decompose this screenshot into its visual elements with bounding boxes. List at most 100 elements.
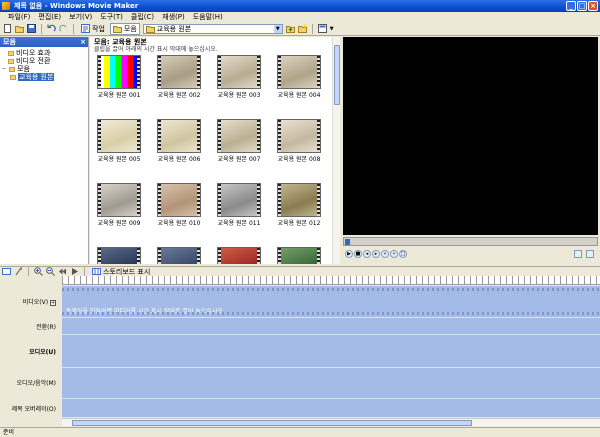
collections-button[interactable]: 모음 xyxy=(109,22,140,35)
preview-screen xyxy=(343,37,598,235)
views-chevron-down-icon[interactable]: ▼ xyxy=(330,26,334,32)
preview-seek-bar[interactable] xyxy=(343,237,598,246)
clip-thumbnail[interactable] xyxy=(214,247,264,264)
expand-icon[interactable]: + xyxy=(50,299,56,306)
zoom-out-icon[interactable] xyxy=(46,267,55,276)
clip-image xyxy=(97,247,141,264)
seek-knob[interactable] xyxy=(345,239,350,245)
tree-item-label: 교육용 원본 xyxy=(18,73,55,81)
clip-thumbnail[interactable]: 교육용 원본 008 xyxy=(274,119,324,179)
contents-title: 모음: 교육용 원본 xyxy=(94,38,147,46)
fullscreen-icon[interactable]: □ xyxy=(399,250,407,258)
menu-tools[interactable]: 도구(T) xyxy=(100,12,123,22)
clip-thumbnail[interactable]: 교육용 원본 001 xyxy=(94,55,144,115)
clip-thumbnail[interactable]: 교육용 원본 009 xyxy=(94,183,144,243)
scrollbar-thumb[interactable] xyxy=(334,45,340,105)
track-label-video[interactable]: 비디오(V) + xyxy=(0,297,62,306)
collection-dropdown[interactable]: 교육용 원본 ▼ xyxy=(142,23,283,34)
save-project-icon[interactable] xyxy=(27,24,36,33)
clip-thumbnail[interactable]: 교육용 원본 005 xyxy=(94,119,144,179)
next-frame-icon[interactable]: ▸ xyxy=(372,250,380,258)
clip-image xyxy=(217,183,261,217)
undo-icon[interactable] xyxy=(47,24,56,33)
clip-thumbnail[interactable] xyxy=(274,247,324,264)
toolbar-separator xyxy=(311,23,313,34)
close-pane-icon[interactable]: × xyxy=(80,37,86,47)
new-collection-folder-icon[interactable] xyxy=(297,24,307,33)
contents-scrollbar[interactable] xyxy=(332,37,340,264)
clip-thumbnail[interactable]: 교육용 원본 003 xyxy=(214,55,264,115)
minimize-button[interactable]: _ xyxy=(566,1,576,11)
menu-play[interactable]: 재생(P) xyxy=(162,12,185,22)
menu-help[interactable]: 도움말(H) xyxy=(193,12,223,22)
forward-icon[interactable]: » xyxy=(390,250,398,258)
clip-caption: 교육용 원본 003 xyxy=(217,92,261,99)
audio-track[interactable] xyxy=(62,335,600,368)
clip-thumbnail[interactable]: 교육용 원본 006 xyxy=(154,119,204,179)
views-icon[interactable] xyxy=(317,24,327,33)
tree-item-label: 모음 xyxy=(17,65,30,73)
transition-track[interactable] xyxy=(62,318,600,335)
clip-caption: 교육용 원본 008 xyxy=(277,156,321,163)
contents-pane: 모음: 교육용 원본 클립을 끌어 아래의 시간 표시 막대에 놓으십시오. 교… xyxy=(90,37,340,264)
clip-thumbnail[interactable]: 교육용 원본 004 xyxy=(274,55,324,115)
up-level-icon[interactable] xyxy=(285,24,295,33)
snapshot-icon[interactable] xyxy=(586,250,594,258)
menu-clip[interactable]: 클립(C) xyxy=(131,12,154,22)
clip-image xyxy=(157,119,201,153)
collections-folder-icon xyxy=(112,26,122,33)
title-overlay-track[interactable] xyxy=(62,399,600,418)
play-timeline-icon[interactable] xyxy=(70,267,79,276)
maximize-button[interactable]: □ xyxy=(577,1,587,11)
tree-item-video-transitions[interactable]: 비디오 전환 xyxy=(0,57,88,65)
clip-thumbnail[interactable]: 교육용 원본 002 xyxy=(154,55,204,115)
zoom-in-icon[interactable] xyxy=(34,267,43,276)
menu-view[interactable]: 보기(V) xyxy=(69,12,92,22)
clip-thumbnail[interactable]: 교육용 원본 011 xyxy=(214,183,264,243)
rewind-timeline-icon[interactable] xyxy=(58,267,67,276)
tree-item-video-effects[interactable]: 비디오 효과 xyxy=(0,49,88,57)
clip-caption: 교육용 원본 006 xyxy=(157,156,201,163)
clip-thumbnail[interactable]: 교육용 원본 012 xyxy=(274,183,324,243)
menu-file[interactable]: 파일(F) xyxy=(8,12,30,22)
clip-image xyxy=(157,247,201,264)
clip-thumbnail[interactable] xyxy=(154,247,204,264)
tree-item-collections[interactable]: − 모음 xyxy=(0,65,88,73)
timeline-scrollbar[interactable] xyxy=(62,418,600,426)
open-project-icon[interactable] xyxy=(15,24,24,33)
split-clip-icon[interactable] xyxy=(574,250,582,258)
collection-selected-value: 교육용 원본 xyxy=(156,24,192,33)
menu-bar: 파일(F) 편집(E) 보기(V) 도구(T) 클립(C) 재생(P) 도움말(… xyxy=(0,12,600,22)
collections-label: 모음 xyxy=(123,24,137,33)
track-label-audio: 오디오(U) xyxy=(29,349,56,356)
close-button[interactable]: × xyxy=(588,1,598,11)
tasks-button[interactable]: 작업 xyxy=(79,23,107,35)
new-project-icon[interactable] xyxy=(3,24,12,33)
previous-frame-icon[interactable]: ◂ xyxy=(363,250,371,258)
audio-music-track[interactable] xyxy=(62,368,600,399)
narrate-icon[interactable] xyxy=(14,267,23,276)
track-label-title-overlay: 제목 오버레이(O) xyxy=(11,406,56,413)
menu-edit[interactable]: 편집(E) xyxy=(38,12,61,22)
clip-image xyxy=(277,183,321,217)
storyboard-icon xyxy=(92,268,101,275)
status-text: 준비 xyxy=(3,429,15,436)
storyboard-view-icon[interactable] xyxy=(2,267,11,276)
video-track[interactable]: 동영상을 만들려면 미디어를 시간 표시 막대로 끌어 놓으십시오. xyxy=(62,286,600,318)
rewind-icon[interactable]: « xyxy=(381,250,389,258)
timeline: 비디오(V) + 전환(R) 오디오(U) 오디오/음악(M) 제목 오버레이(… xyxy=(0,276,600,426)
scrollbar-thumb[interactable] xyxy=(72,420,472,426)
timeline-ruler[interactable] xyxy=(62,276,600,285)
redo-icon[interactable] xyxy=(59,24,68,33)
clip-thumbnail[interactable] xyxy=(94,247,144,264)
clip-image xyxy=(277,55,321,89)
tree-item-education-source[interactable]: 교육용 원본 xyxy=(0,73,88,81)
clip-image xyxy=(97,119,141,153)
collapse-icon[interactable]: − xyxy=(2,65,7,73)
clip-caption: 교육용 원본 009 xyxy=(97,220,141,227)
clip-thumbnail[interactable]: 교육용 원본 010 xyxy=(154,183,204,243)
play-icon[interactable]: ▶ xyxy=(345,250,353,258)
clip-thumbnail[interactable]: 교육용 원본 007 xyxy=(214,119,264,179)
clip-image xyxy=(97,183,141,217)
stop-icon[interactable]: ■ xyxy=(354,250,362,258)
